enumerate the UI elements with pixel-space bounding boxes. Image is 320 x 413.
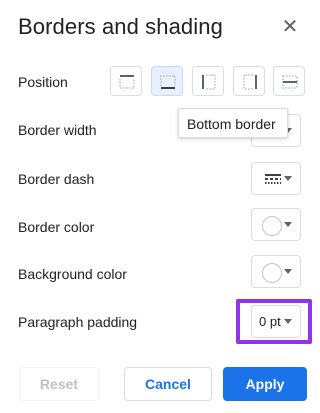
border-color-picker[interactable] xyxy=(251,208,301,241)
tooltip: Bottom border xyxy=(178,108,288,138)
dialog-title: Borders and shading xyxy=(18,14,223,39)
between-border-icon xyxy=(282,75,298,89)
bottom-border-icon xyxy=(160,75,176,89)
right-border-button[interactable] xyxy=(233,66,265,96)
background-color-label: Background color xyxy=(18,266,127,282)
top-border-icon xyxy=(119,75,135,89)
close-icon[interactable]: ✕ xyxy=(280,17,300,37)
color-swatch xyxy=(262,263,282,283)
border-color-label: Border color xyxy=(18,219,95,235)
right-border-icon xyxy=(243,74,257,90)
left-border-icon xyxy=(202,74,216,90)
chevron-down-icon xyxy=(284,269,292,274)
position-label: Position xyxy=(18,74,68,90)
chevron-down-icon xyxy=(284,222,292,227)
cancel-button[interactable]: Cancel xyxy=(124,367,212,401)
border-dash-icon xyxy=(265,174,281,184)
apply-button[interactable]: Apply xyxy=(223,367,307,401)
background-color-picker[interactable] xyxy=(251,255,301,288)
borders-and-shading-dialog: Borders and shading ✕ Position Border wi… xyxy=(0,0,320,413)
paragraph-padding-label: Paragraph padding xyxy=(18,314,138,330)
border-width-label: Border width xyxy=(18,122,97,138)
reset-button[interactable]: Reset xyxy=(19,367,99,401)
highlight-box xyxy=(236,299,312,344)
border-dash-label: Border dash xyxy=(18,171,95,187)
left-border-button[interactable] xyxy=(192,66,224,96)
top-border-button[interactable] xyxy=(110,66,142,96)
between-border-button[interactable] xyxy=(273,66,305,96)
bottom-border-button[interactable] xyxy=(151,66,183,96)
border-dash-dropdown[interactable] xyxy=(251,162,301,195)
chevron-down-icon xyxy=(284,176,292,181)
color-swatch xyxy=(262,216,282,236)
